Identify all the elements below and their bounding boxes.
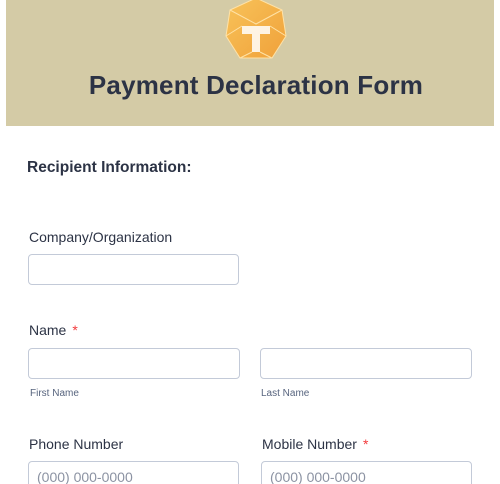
name-label-text: Name (29, 322, 67, 338)
company-input[interactable] (28, 254, 239, 285)
form-header: Payment Declaration Form (6, 0, 494, 126)
required-marker: * (72, 322, 78, 338)
phone-label: Phone Number (29, 436, 124, 452)
last-name-sublabel: Last Name (261, 388, 310, 399)
name-label: Name * (29, 322, 78, 338)
first-name-sublabel: First Name (30, 388, 79, 399)
mobile-label: Mobile Number * (262, 436, 368, 452)
shield-emblem-icon (225, 0, 287, 59)
mobile-label-text: Mobile Number (262, 436, 357, 452)
last-name-input[interactable] (260, 348, 472, 379)
section-title: Recipient Information: (27, 159, 192, 176)
page-title: Payment Declaration Form (88, 70, 424, 100)
company-label: Company/Organization (29, 229, 173, 245)
phone-input[interactable] (28, 461, 239, 484)
mobile-input[interactable] (261, 461, 472, 484)
first-name-input[interactable] (28, 348, 240, 379)
required-marker: * (362, 436, 369, 452)
